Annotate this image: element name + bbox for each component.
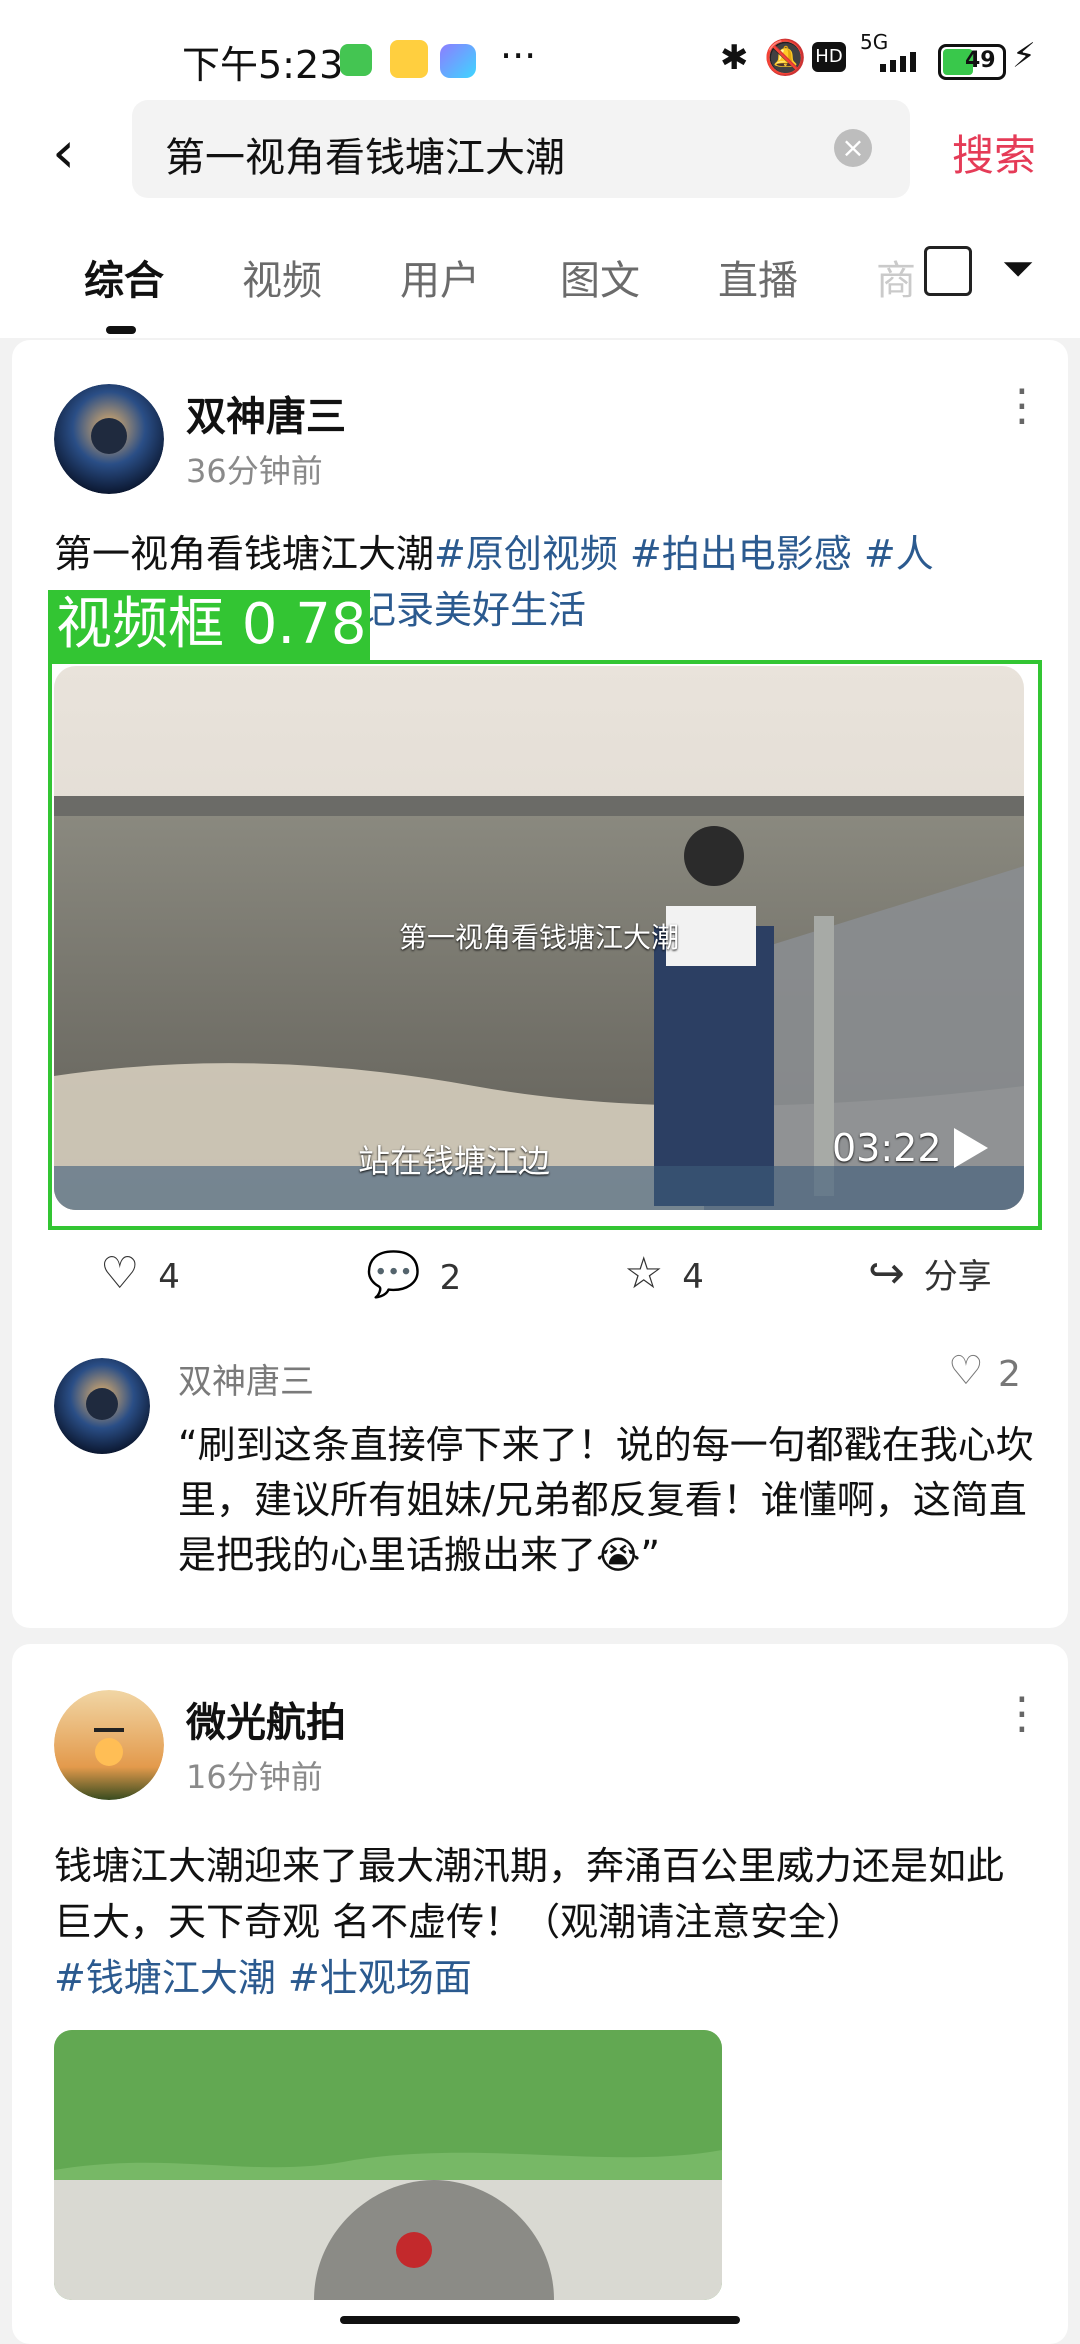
post-text-2: 钱塘江大潮迎来了最大潮汛期，奔涌百公里威力还是如此巨大，天下奇观 名不虚传！（观… [54, 1844, 1005, 1944]
back-icon[interactable]: ‹ [52, 118, 75, 186]
list-view-icon[interactable] [924, 246, 972, 296]
tab-shop[interactable]: 商 [876, 248, 916, 306]
search-tabs: 综合 视频 用户 图文 直播 商 ⏷ [0, 240, 1080, 338]
tab-image-text[interactable]: 图文 [560, 248, 640, 306]
more-options-icon-2[interactable]: ⋮ [1000, 1688, 1044, 1739]
post-time-2: 16分钟前 [186, 1758, 323, 1796]
tab-all[interactable]: 综合 [84, 248, 164, 306]
charging-icon: ⚡ [1012, 36, 1036, 76]
mute-icon: 🔕 [764, 38, 807, 78]
post-title-text: 第一视角看钱塘江大潮 [54, 532, 435, 576]
comment-text: “刷到这条直接停下来了！说的每一句都戳在我心坎里，建议所有姐妹/兄弟都反复看！谁… [178, 1423, 1034, 1577]
clear-icon[interactable]: × [834, 129, 872, 167]
comment-avatar[interactable] [54, 1358, 150, 1454]
like-count: 4 [158, 1257, 180, 1297]
more-options-icon[interactable]: ⋮ [1000, 380, 1044, 431]
avatar-2[interactable] [54, 1690, 164, 1800]
like-action[interactable]: ♡ 4 [100, 1248, 180, 1299]
star-icon: ☆ [624, 1248, 664, 1299]
post-image-2[interactable] [54, 2030, 722, 2300]
tab-video[interactable]: 视频 [242, 248, 322, 306]
post-time: 36分钟前 [186, 452, 323, 490]
comment-like-icon[interactable]: ♡ [948, 1348, 984, 1394]
hd-icon: HD [812, 42, 846, 72]
more-dots-icon: ··· [500, 34, 537, 78]
bluetooth-icon: ✱ [720, 38, 749, 78]
filter-icon[interactable]: ⏷ [1002, 246, 1034, 292]
5g-signal-icon [880, 48, 928, 72]
share-icon: ↪ [868, 1248, 905, 1299]
avatar[interactable] [54, 384, 164, 494]
comment-icon: 💬 [366, 1249, 421, 1300]
battery-icon: 49 [938, 44, 1006, 80]
favorite-count: 4 [682, 1257, 704, 1297]
comment-author[interactable]: 双神唐三 [178, 1354, 314, 1403]
home-indicator[interactable] [340, 2316, 740, 2324]
post-actions: ♡ 4 💬 2 ☆ 4 ↪ 分享 [54, 1248, 1024, 1318]
green-app-icon [340, 44, 372, 76]
search-query[interactable]: 第一视角看钱塘江大潮 [165, 125, 565, 183]
favorite-action[interactable]: ☆ 4 [624, 1248, 704, 1299]
hashtags-line1[interactable]: #原创视频 #拍出电影感 #人 [434, 532, 934, 576]
comment-action[interactable]: 💬 2 [366, 1248, 461, 1300]
video-detection-box [48, 660, 1042, 1230]
hashtags-2[interactable]: #钱塘江大潮 #壮观场面 [54, 1950, 472, 2006]
active-tab-indicator [106, 326, 136, 334]
status-time: 下午5:23 [182, 43, 344, 87]
search-button[interactable]: 搜索 [952, 122, 1036, 183]
tab-users[interactable]: 用户 [400, 248, 480, 306]
heart-icon: ♡ [100, 1248, 140, 1299]
share-action[interactable]: ↪ 分享 [868, 1248, 992, 1299]
58-app-icon [390, 40, 428, 78]
battery-level: 49 [965, 48, 996, 73]
share-label: 分享 [923, 1257, 992, 1297]
comment-count: 2 [439, 1258, 462, 1298]
author-name-2[interactable]: 微光航拍 [186, 1690, 346, 1748]
tab-live[interactable]: 直播 [718, 248, 798, 306]
comment-like-count: 2 [998, 1354, 1021, 1395]
cloud-app-icon [440, 44, 476, 78]
hashtags-line2[interactable]: 记录美好生活 [358, 588, 586, 632]
author-name[interactable]: 双神唐三 [186, 384, 346, 442]
video-detection-label: 视频框 0.78 [48, 590, 370, 660]
